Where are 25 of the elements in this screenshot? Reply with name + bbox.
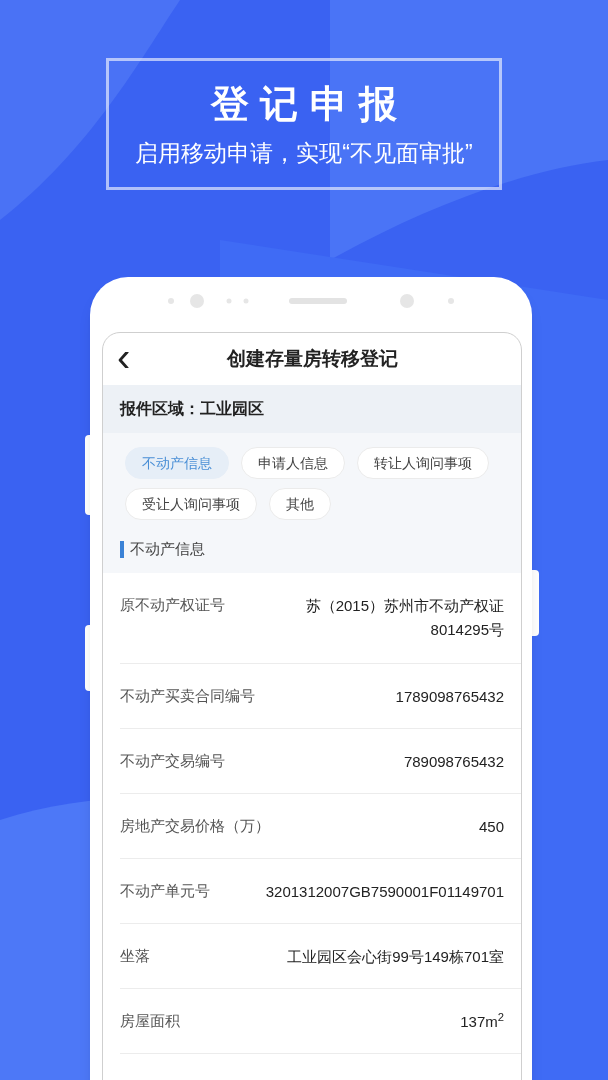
- region-label: 报件区域：工业园区: [120, 399, 264, 419]
- field-label: 坐落: [120, 945, 150, 966]
- field-value: 789098765432: [403, 751, 504, 772]
- field-value: 137m$^{2}$: [460, 1009, 504, 1032]
- field-label: 房屋面积: [120, 1010, 180, 1031]
- field-value: 3201312007GB7590001F01149701: [265, 881, 504, 902]
- field-label: 原不动产权证号: [120, 594, 225, 615]
- field-label: 不动产交易编号: [120, 750, 225, 771]
- category-tab[interactable]: 转让人询问事项: [357, 447, 489, 479]
- banner-subtitle: 启用移动申请，实现“不见面审批”: [135, 139, 473, 168]
- section-marker: [120, 540, 124, 558]
- category-tab[interactable]: 申请人信息: [241, 447, 345, 479]
- field-value: 1789098765432: [395, 686, 504, 707]
- back-button[interactable]: ‹: [113, 339, 135, 375]
- field-value: 苏（2015）苏州市不动产权证8014295号: [304, 595, 504, 640]
- field-label: 房地产交易价格（万）: [120, 815, 270, 836]
- screen-title: 创建存量房转移登记: [226, 346, 398, 371]
- field-value: 工业园区会心街99号149栋701室: [287, 946, 504, 967]
- field-label: 不动产单元号: [120, 880, 210, 901]
- category-tab[interactable]: 受让人询问事项: [125, 488, 257, 520]
- category-tab[interactable]: 其他: [269, 488, 331, 520]
- section-title: 不动产信息: [130, 539, 205, 559]
- banner-title: 登记申报: [209, 82, 409, 127]
- field-label: 不动产买卖合同编号: [120, 685, 255, 706]
- field-value: 450: [478, 816, 504, 837]
